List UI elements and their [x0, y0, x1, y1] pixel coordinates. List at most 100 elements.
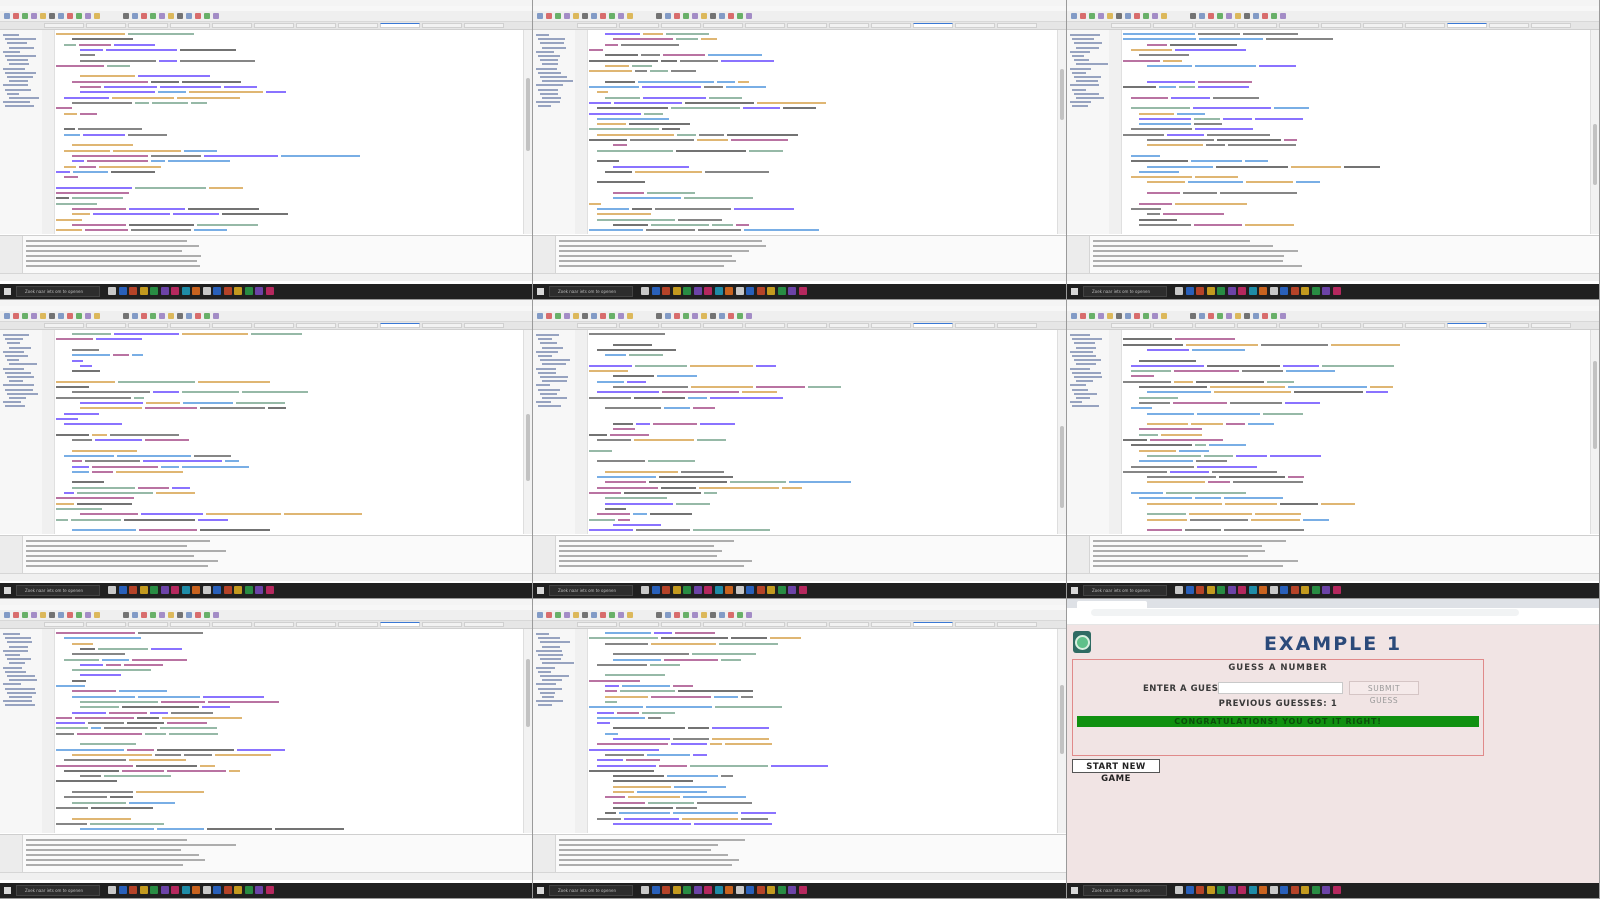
tree-item[interactable] [5, 338, 24, 341]
toolbar-icon[interactable] [31, 13, 37, 19]
toolbar-icon[interactable] [4, 13, 10, 19]
file-tab[interactable] [86, 23, 126, 28]
tree-item[interactable] [9, 696, 33, 698]
toolbar-icon[interactable] [186, 313, 192, 319]
file-tab[interactable] [1531, 323, 1571, 328]
tree-item[interactable] [7, 76, 34, 78]
toolbar-icon[interactable] [213, 313, 219, 319]
taskbar-app-icon[interactable] [651, 287, 660, 295]
toolbar-icon[interactable] [132, 313, 138, 319]
taskbar-app-icon[interactable] [1322, 287, 1330, 295]
tree-item[interactable] [538, 88, 558, 91]
toolbar-icon[interactable] [665, 313, 671, 319]
taskbar-app-icon[interactable] [1259, 886, 1267, 894]
tree-item[interactable] [3, 384, 35, 387]
toolbar-icon[interactable] [213, 13, 219, 19]
file-tab[interactable] [86, 622, 126, 627]
file-tab[interactable] [170, 323, 210, 328]
code-editor[interactable] [589, 330, 1056, 534]
tree-item[interactable] [1074, 392, 1097, 395]
file-tab[interactable] [703, 622, 743, 627]
scrollbar-thumb[interactable] [526, 658, 530, 728]
tree-item[interactable] [3, 334, 30, 336]
windows-start-icon[interactable] [4, 288, 11, 295]
tree-item[interactable] [1070, 367, 1090, 370]
toolbar-icon[interactable] [737, 612, 743, 618]
file-tab[interactable] [44, 323, 84, 328]
toolbar-icon[interactable] [591, 612, 597, 618]
tree-item[interactable] [3, 683, 21, 686]
taskbar-app-icon[interactable] [1185, 886, 1194, 894]
file-tab[interactable] [871, 323, 911, 328]
tree-item[interactable] [5, 105, 35, 108]
file-tab[interactable] [1363, 23, 1403, 28]
tree-item[interactable] [542, 397, 568, 399]
file-tab[interactable] [955, 23, 995, 28]
tree-item[interactable] [538, 55, 560, 57]
toolbar-icon[interactable] [546, 612, 552, 618]
taskbar-app-icon[interactable] [1332, 287, 1341, 295]
toolbar-icon[interactable] [1226, 313, 1232, 319]
toolbar-icon[interactable] [150, 313, 156, 319]
tree-item[interactable] [1070, 334, 1090, 336]
toolbar-icon[interactable] [1271, 13, 1277, 19]
taskbar-app-icon[interactable] [1311, 586, 1320, 594]
taskbar-app-icon[interactable] [171, 586, 179, 594]
toolbar-icon[interactable] [159, 13, 165, 19]
tree-item[interactable] [542, 63, 558, 66]
toolbar-icon[interactable] [555, 13, 561, 19]
taskbar-app-icon[interactable] [798, 586, 807, 594]
taskbar-app-icon[interactable] [202, 287, 211, 295]
taskbar-app-icon[interactable] [139, 287, 148, 295]
taskbar-app-icon[interactable] [202, 886, 211, 894]
tree-item[interactable] [5, 388, 33, 391]
toolbar-icon[interactable] [665, 612, 671, 618]
taskbar-app-icon[interactable] [118, 586, 127, 594]
file-tab[interactable] [1489, 323, 1529, 328]
taskbar-app-icon[interactable] [662, 287, 670, 295]
tree-item[interactable] [540, 92, 559, 95]
url-field[interactable] [1091, 609, 1519, 616]
taskbar-app-icon[interactable] [255, 586, 263, 594]
toolbar-icon[interactable] [1244, 313, 1250, 319]
toolbar-icon[interactable] [76, 612, 82, 618]
toolbar-icon[interactable] [4, 612, 10, 618]
toolbar-icon[interactable] [564, 13, 570, 19]
tree-item[interactable] [1076, 397, 1091, 399]
toolbar-icon[interactable] [1244, 13, 1250, 19]
toolbar-icon[interactable] [123, 13, 129, 19]
code-editor[interactable] [56, 30, 522, 234]
taskbar-app-icon[interactable] [1311, 287, 1320, 295]
taskbar-app-icon[interactable] [725, 886, 733, 894]
file-tab[interactable] [913, 23, 953, 28]
file-tab[interactable] [1447, 23, 1487, 28]
toolbar-icon[interactable] [186, 13, 192, 19]
taskbar-app-icon[interactable] [704, 886, 712, 894]
toolbar-icon[interactable] [141, 13, 147, 19]
tree-item[interactable] [1070, 34, 1100, 36]
toolbar-icon[interactable] [168, 13, 174, 19]
taskbar-app-icon[interactable] [788, 886, 796, 894]
taskbar-app-icon[interactable] [1322, 586, 1330, 594]
toolbar-icon[interactable] [537, 313, 543, 319]
toolbar-icon[interactable] [49, 13, 55, 19]
toolbar-icon[interactable] [737, 313, 743, 319]
vertical-scrollbar[interactable] [523, 30, 532, 234]
tree-item[interactable] [1074, 59, 1090, 62]
scrollbar-thumb[interactable] [1060, 68, 1064, 121]
file-tab[interactable] [577, 23, 617, 28]
file-tab[interactable] [619, 23, 659, 28]
taskbar-app-icon[interactable] [1290, 886, 1299, 894]
toolbar-icon[interactable] [177, 13, 183, 19]
taskbar-app-icon[interactable] [1217, 287, 1225, 295]
tree-item[interactable] [1072, 71, 1087, 74]
taskbar-app-icon[interactable] [1175, 287, 1183, 295]
toolbar-icon[interactable] [40, 612, 46, 618]
toolbar-icon[interactable] [1107, 13, 1113, 19]
taskbar-app-icon[interactable] [1280, 586, 1288, 594]
vertical-scrollbar[interactable] [1590, 330, 1599, 534]
tree-item[interactable] [538, 371, 556, 374]
file-tab[interactable] [86, 323, 126, 328]
toolbar-icon[interactable] [177, 313, 183, 319]
toolbar-icon[interactable] [573, 612, 579, 618]
